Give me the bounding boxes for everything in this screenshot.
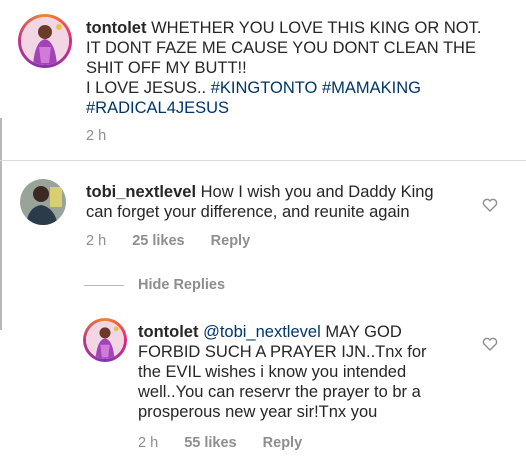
reply-meta: 2 h 55 likes Reply — [138, 435, 302, 451]
reply-likes[interactable]: 55 likes — [184, 435, 236, 451]
caption-meta: 2 h — [86, 128, 106, 144]
comment-text: tobi_nextlevel How I wish you and Daddy … — [86, 182, 476, 222]
reply-time[interactable]: 2 h — [138, 435, 158, 451]
hashtag-radical4jesus[interactable]: #RADICAL4JESUS — [86, 99, 229, 117]
avatar-photo — [20, 179, 66, 225]
hashtag-mamaking[interactable]: #MAMAKING — [322, 79, 421, 97]
reply-mention[interactable]: @tobi_nextlevel — [203, 323, 321, 341]
comment-reply-button[interactable]: Reply — [211, 233, 251, 249]
comment-likes[interactable]: 25 likes — [132, 233, 184, 249]
reply-line2: FORBID SUCH A PRAYER IJN..Tnx for — [138, 343, 427, 361]
caption-avatar[interactable] — [18, 14, 72, 68]
caption-time[interactable]: 2 h — [86, 128, 106, 144]
reply-line1: MAY GOD — [325, 323, 402, 341]
reply-reply-button[interactable]: Reply — [263, 435, 303, 451]
avatar-photo — [21, 17, 69, 65]
caption-line4-prefix: I LOVE JESUS.. — [86, 79, 211, 97]
reply-text: tontolet @tobi_nextlevel MAY GOD FORBID … — [138, 322, 478, 422]
hashtag-kingtonto[interactable]: #KINGTONTO — [211, 79, 318, 97]
caption-text: tontolet WHETHER YOU LOVE THIS KING OR N… — [86, 18, 516, 118]
caption-username[interactable]: tontolet — [86, 19, 146, 37]
hide-replies-button[interactable]: Hide Replies — [138, 277, 225, 293]
divider — [0, 160, 526, 161]
reply-line5: prosperous new year sir!Tnx you — [138, 403, 378, 421]
heart-icon[interactable] — [482, 198, 498, 212]
heart-icon[interactable] — [482, 337, 498, 351]
comment-avatar[interactable] — [20, 179, 66, 225]
caption-line1: WHETHER YOU LOVE THIS KING OR NOT. — [151, 19, 482, 37]
comment-meta: 2 h 25 likes Reply — [86, 233, 250, 249]
avatar-photo — [86, 321, 124, 359]
reply-username[interactable]: tontolet — [138, 323, 198, 341]
hide-replies-line — [84, 285, 124, 286]
reply-avatar[interactable] — [83, 318, 127, 362]
left-edge-rule — [0, 118, 2, 330]
reply-line4: well..You can reservr the prayer to br a — [138, 383, 421, 401]
comment-line2: can forget your difference, and reunite … — [86, 203, 410, 221]
reply-line3: the EVIL wishes i know you intended — [138, 363, 407, 381]
comment-line1: How I wish you and Daddy King — [200, 183, 434, 201]
comment-time[interactable]: 2 h — [86, 233, 106, 249]
caption-line2: IT DONT FAZE ME CAUSE YOU DONT CLEAN THE — [86, 39, 476, 57]
caption-line3: SHIT OFF MY BUTT!! — [86, 59, 247, 77]
comment-username[interactable]: tobi_nextlevel — [86, 183, 196, 201]
